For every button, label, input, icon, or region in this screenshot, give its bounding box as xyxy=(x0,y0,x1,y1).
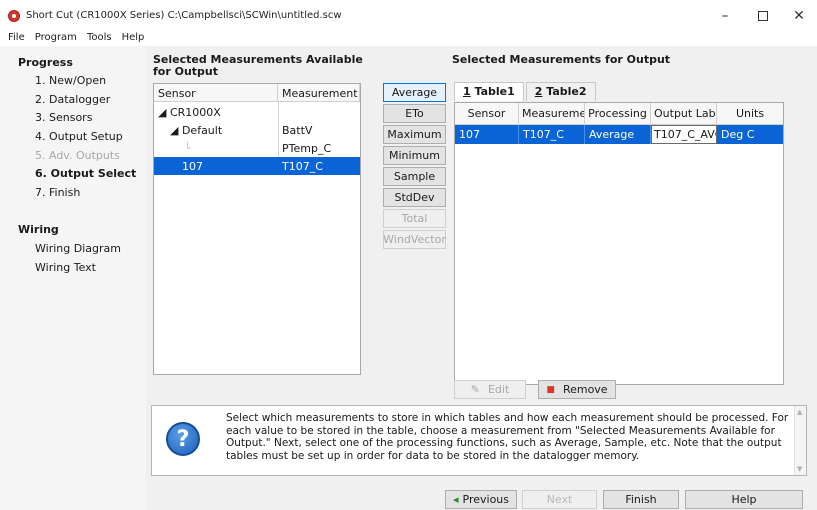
tree-row-default[interactable]: ◢ Default BattV xyxy=(154,121,360,139)
table-tabs: 1 Table1 2 Table2 xyxy=(454,82,598,101)
col-header-measurement[interactable]: Measuremen xyxy=(519,103,585,124)
col-header-units[interactable]: Units xyxy=(717,103,783,124)
previous-button[interactable]: ◂ Previous xyxy=(445,490,517,509)
maximum-button[interactable]: Maximum xyxy=(383,125,446,144)
help-button[interactable]: Help xyxy=(685,490,803,509)
next-button: Next xyxy=(522,490,597,509)
remove-button[interactable]: ■ Remove xyxy=(538,380,616,399)
help-text: Select which measurements to store in wh… xyxy=(226,412,789,462)
menu-help[interactable]: Help xyxy=(122,32,145,46)
wiring-heading: Wiring xyxy=(18,223,59,236)
help-scrollbar[interactable] xyxy=(794,406,806,475)
average-button[interactable]: Average xyxy=(383,83,446,102)
app-icon xyxy=(8,10,20,22)
step-output-select[interactable]: 6. Output Select xyxy=(35,167,136,180)
tree-row-cr1000x[interactable]: ◢ CR1000X xyxy=(154,103,360,121)
maximize-button[interactable] xyxy=(744,0,782,32)
minimize-button[interactable]: – xyxy=(706,0,744,32)
step-sensors[interactable]: 3. Sensors xyxy=(35,111,92,124)
available-tree[interactable]: Sensor Measurement ◢ CR1000X ◢ Default B… xyxy=(153,83,361,375)
menu-tools[interactable]: Tools xyxy=(87,32,112,46)
pencil-icon: ✎ xyxy=(470,383,480,396)
question-icon: ? xyxy=(166,422,200,456)
tree-row-ptemp[interactable]: └ PTemp_C xyxy=(154,139,360,157)
progress-heading: Progress xyxy=(18,56,73,69)
close-icon: ✕ xyxy=(793,8,805,24)
windvector-button: WindVector xyxy=(383,230,446,249)
available-title: Selected Measurements Available for Outp… xyxy=(153,53,363,78)
output-table[interactable]: Sensor Measuremen Processing Output Labe… xyxy=(454,102,784,385)
finish-button[interactable]: Finish xyxy=(603,490,679,509)
col-header-output-label[interactable]: Output Labe xyxy=(651,103,717,124)
help-panel: ? Select which measurements to store in … xyxy=(151,405,807,476)
tree-row-107[interactable]: 107 T107_C xyxy=(154,157,360,175)
title-bar: Short Cut (CR1000X Series) C:\Campbellsc… xyxy=(0,0,817,32)
sample-button[interactable]: Sample xyxy=(383,167,446,186)
minimize-icon: – xyxy=(721,8,729,24)
menu-file[interactable]: File xyxy=(8,32,25,46)
menu-bar: File Program Tools Help xyxy=(0,32,817,46)
edit-button: ✎ Edit xyxy=(454,380,526,399)
minimum-button[interactable]: Minimum xyxy=(383,146,446,165)
close-button[interactable]: ✕ xyxy=(780,0,817,32)
tab-table1[interactable]: 1 Table1 xyxy=(454,82,524,101)
step-output-setup[interactable]: 4. Output Setup xyxy=(35,130,123,143)
tree-connector-icon: └ xyxy=(184,141,191,155)
tab-table2[interactable]: 2 Table2 xyxy=(525,82,596,101)
col-header-sensor[interactable]: Sensor xyxy=(154,84,278,101)
window-title: Short Cut (CR1000X Series) C:\Campbellsc… xyxy=(26,10,342,21)
maximize-icon xyxy=(758,11,768,21)
step-finish[interactable]: 7. Finish xyxy=(35,186,80,199)
col-header-sensor[interactable]: Sensor xyxy=(455,103,519,124)
eto-button[interactable]: ETo xyxy=(383,104,446,123)
sidebar: Progress 1. New/Open 2. Datalogger 3. Se… xyxy=(0,46,146,510)
remove-icon: ■ xyxy=(546,384,555,395)
step-new-open[interactable]: 1. New/Open xyxy=(35,74,106,87)
table-row[interactable]: 107 T107_C Average T107_C_AVG Deg C xyxy=(455,125,783,144)
output-label-editor[interactable]: T107_C_AVG xyxy=(651,125,717,144)
stddev-button[interactable]: StdDev xyxy=(383,188,446,207)
left-arrow-icon: ◂ xyxy=(452,493,459,506)
total-button: Total xyxy=(383,209,446,228)
output-table-header: Sensor Measuremen Processing Output Labe… xyxy=(455,103,783,125)
wiring-text-link[interactable]: Wiring Text xyxy=(35,261,96,274)
main-panel: Selected Measurements Available for Outp… xyxy=(146,46,817,510)
step-adv-outputs: 5. Adv. Outputs xyxy=(35,149,120,162)
wiring-diagram-link[interactable]: Wiring Diagram xyxy=(35,242,121,255)
col-header-measurement[interactable]: Measurement xyxy=(278,84,360,101)
col-header-processing[interactable]: Processing xyxy=(585,103,651,124)
menu-program[interactable]: Program xyxy=(35,32,77,46)
output-title: Selected Measurements for Output xyxy=(452,53,671,66)
step-datalogger[interactable]: 2. Datalogger xyxy=(35,93,110,106)
